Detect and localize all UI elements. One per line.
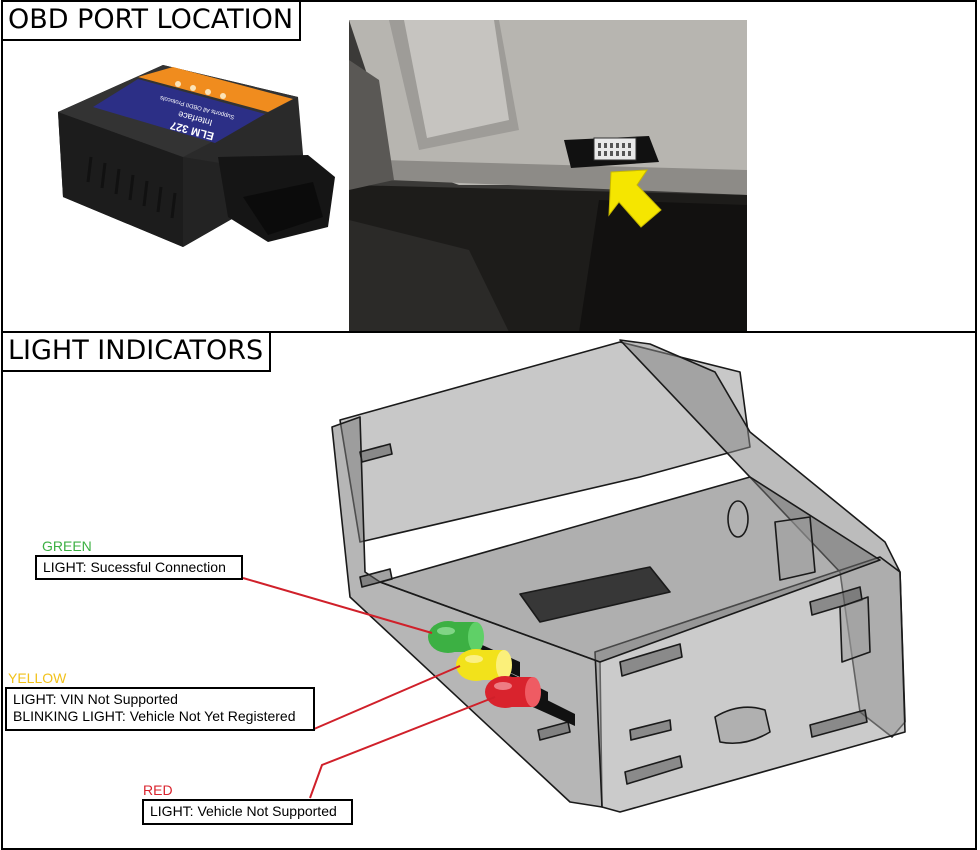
red-label-box: LIGHT: Vehicle Not Supported [142,799,353,825]
green-light-text: LIGHT: Sucessful Connection [43,559,226,575]
red-leader-line [309,696,496,799]
green-label-box: LIGHT: Sucessful Connection [35,555,243,580]
red-color-label: RED [143,782,173,798]
yellow-light-text: LIGHT: VIN Not Supported [13,691,178,707]
yellow-color-label: YELLOW [8,670,67,686]
yellow-label-box: LIGHT: VIN Not Supported BLINKING LIGHT:… [5,687,315,731]
green-leader-line [242,577,433,634]
red-light-text: LIGHT: Vehicle Not Supported [150,803,337,819]
green-color-label: GREEN [42,538,92,554]
yellow-blinking-text: BLINKING LIGHT: Vehicle Not Yet Register… [13,708,296,724]
